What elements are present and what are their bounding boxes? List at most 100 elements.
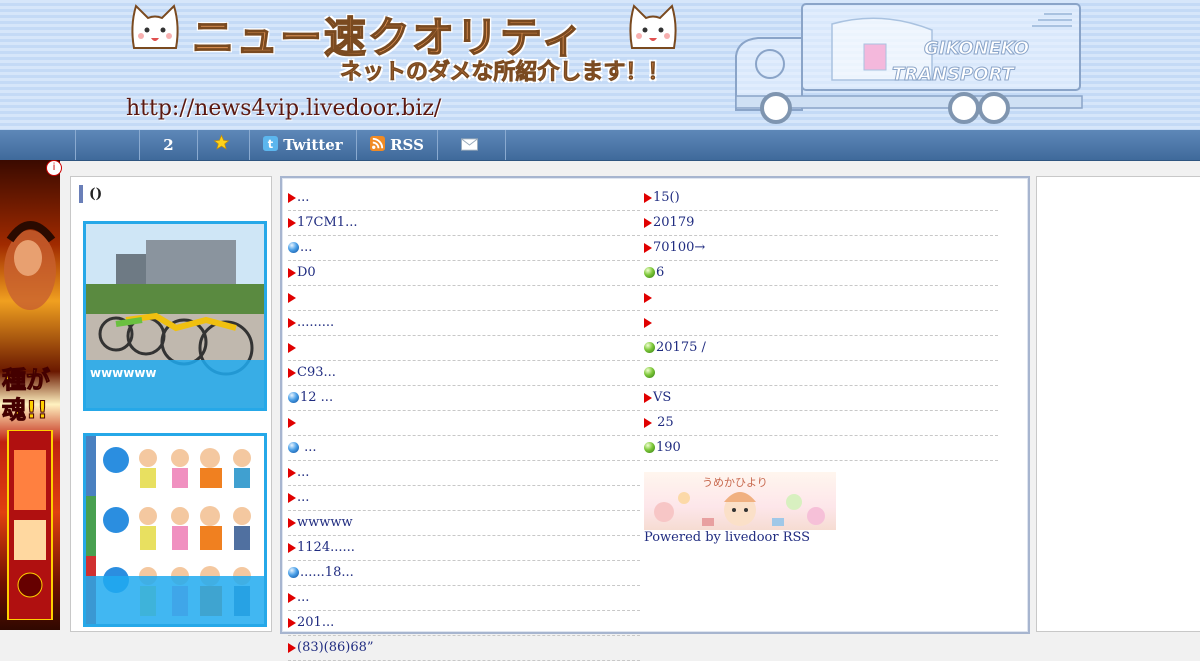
red-triangle-icon: [644, 417, 652, 428]
article-title: 20175 /: [656, 340, 706, 355]
green-ball-icon: [644, 442, 655, 453]
sidebar-card[interactable]: [83, 433, 267, 627]
nav-item-rss[interactable]: RSS: [356, 130, 437, 160]
nav-item-twitter[interactable]: t Twitter: [249, 130, 356, 160]
sidebar: () wwwwww: [70, 176, 272, 632]
article-link[interactable]: ...: [288, 461, 640, 486]
article-link[interactable]: 20175 /: [644, 336, 998, 361]
article-link[interactable]: 25: [644, 411, 998, 436]
article-link[interactable]: ...: [288, 186, 640, 211]
nav-item-2ch[interactable]: 2: [139, 130, 197, 160]
article-link[interactable]: 201...: [288, 611, 640, 636]
article-link[interactable]: 17CM1...: [288, 211, 640, 236]
mail-icon: [460, 131, 478, 161]
article-link[interactable]: 70100→: [644, 236, 998, 261]
powered-by-link[interactable]: Powered by livedoor RSS: [644, 530, 810, 545]
article-link[interactable]: VS: [644, 386, 998, 411]
ad-info-icon[interactable]: i: [46, 160, 62, 176]
article-link[interactable]: 1124......: [288, 536, 640, 561]
article-title: ...: [300, 440, 317, 455]
article-link[interactable]: ...: [288, 486, 640, 511]
warrior-illustration: [4, 221, 56, 310]
article-link[interactable]: ...: [288, 586, 640, 611]
article-title: 12 ...: [300, 390, 334, 405]
svg-text:TRANSPORT: TRANSPORT: [892, 64, 1016, 85]
green-ball-icon: [644, 342, 655, 353]
article-title: 20179: [653, 215, 695, 230]
red-triangle-icon: [288, 492, 296, 503]
truck-illustration: GIKONEKO TRANSPORT: [732, 0, 1092, 130]
article-link[interactable]: 12 ...: [288, 386, 640, 411]
article-title: ...: [297, 190, 310, 205]
main-content: ... 17CM1...... D0......... C93... 12 ... ..…: [280, 176, 1030, 661]
article-link[interactable]: .........: [288, 311, 640, 336]
article-title: 201...: [297, 615, 335, 630]
red-triangle-icon: [644, 292, 652, 303]
article-link[interactable]: 6: [644, 261, 998, 286]
article-link[interactable]: ...: [288, 436, 640, 461]
article-link[interactable]: 190: [644, 436, 998, 461]
right-sidebar: [1036, 176, 1200, 632]
red-triangle-icon: [288, 192, 296, 203]
left-ad-banner[interactable]: 種が魂!!: [0, 160, 60, 630]
red-triangle-icon: [288, 417, 296, 428]
nav-item-mail[interactable]: [437, 130, 506, 160]
svg-text:GIKONEKO: GIKONEKO: [924, 38, 1029, 59]
article-link[interactable]: [288, 411, 640, 436]
nav-bar: 2 t Twitter RSS: [0, 130, 1200, 161]
article-title: 1124......: [297, 540, 355, 555]
article-title: 190: [656, 440, 681, 455]
red-triangle-icon: [288, 467, 296, 478]
article-title: wwwww: [297, 515, 353, 530]
article-title: 70100→: [653, 240, 706, 255]
red-triangle-icon: [288, 342, 296, 353]
star-icon: [213, 131, 230, 161]
red-triangle-icon: [644, 392, 652, 403]
green-ball-icon: [644, 367, 655, 378]
nav-item-home[interactable]: [75, 130, 139, 160]
article-link[interactable]: [644, 286, 998, 311]
red-triangle-icon: [288, 592, 296, 603]
article-link[interactable]: (83)(86)68”: [288, 636, 640, 661]
sidebar-heading: (): [79, 185, 102, 203]
article-link[interactable]: D0: [288, 261, 640, 286]
article-link[interactable]: wwwww: [288, 511, 640, 536]
promo-banner[interactable]: うめかひより: [644, 472, 836, 530]
article-link[interactable]: ......18...: [288, 561, 640, 586]
article-title: 25: [653, 415, 674, 430]
red-triangle-icon: [288, 317, 296, 328]
blue-ball-icon: [288, 242, 299, 253]
article-title: 15(): [653, 190, 680, 205]
article-link[interactable]: 15(): [644, 186, 998, 211]
red-triangle-icon: [288, 217, 296, 228]
red-triangle-icon: [644, 217, 652, 228]
article-link[interactable]: ...: [288, 236, 640, 261]
svg-text:t: t: [268, 138, 274, 151]
red-triangle-icon: [288, 292, 296, 303]
twitter-icon: t: [263, 131, 279, 161]
article-link[interactable]: 20179: [644, 211, 998, 236]
article-link[interactable]: [644, 311, 998, 336]
article-link[interactable]: [644, 361, 998, 386]
article-link[interactable]: [288, 286, 640, 311]
cat-mascot-icon: [128, 2, 182, 52]
red-triangle-icon: [288, 617, 296, 628]
article-list-left: ... 17CM1...... D0......... C93... 12 ... ..…: [288, 186, 640, 661]
ad-text: 種が魂!!: [2, 366, 51, 425]
nav-item-favorite[interactable]: [197, 130, 249, 160]
site-url[interactable]: http://news4vip.livedoor.biz/: [126, 96, 441, 121]
article-title: 6: [656, 265, 665, 280]
article-title: 17CM1...: [297, 215, 358, 230]
article-title: C93...: [297, 365, 336, 380]
sidebar-card-caption: wwwwww: [86, 360, 264, 408]
red-triangle-icon: [644, 242, 652, 253]
sidebar-card-caption: [86, 576, 264, 624]
article-title: ...: [297, 590, 310, 605]
article-link[interactable]: C93...: [288, 361, 640, 386]
sidebar-card[interactable]: wwwwww: [83, 221, 267, 411]
red-triangle-icon: [288, 267, 296, 278]
cat-mascot-icon: [626, 2, 680, 52]
article-title: VS: [653, 390, 672, 405]
article-link[interactable]: [288, 336, 640, 361]
red-triangle-icon: [288, 642, 296, 653]
